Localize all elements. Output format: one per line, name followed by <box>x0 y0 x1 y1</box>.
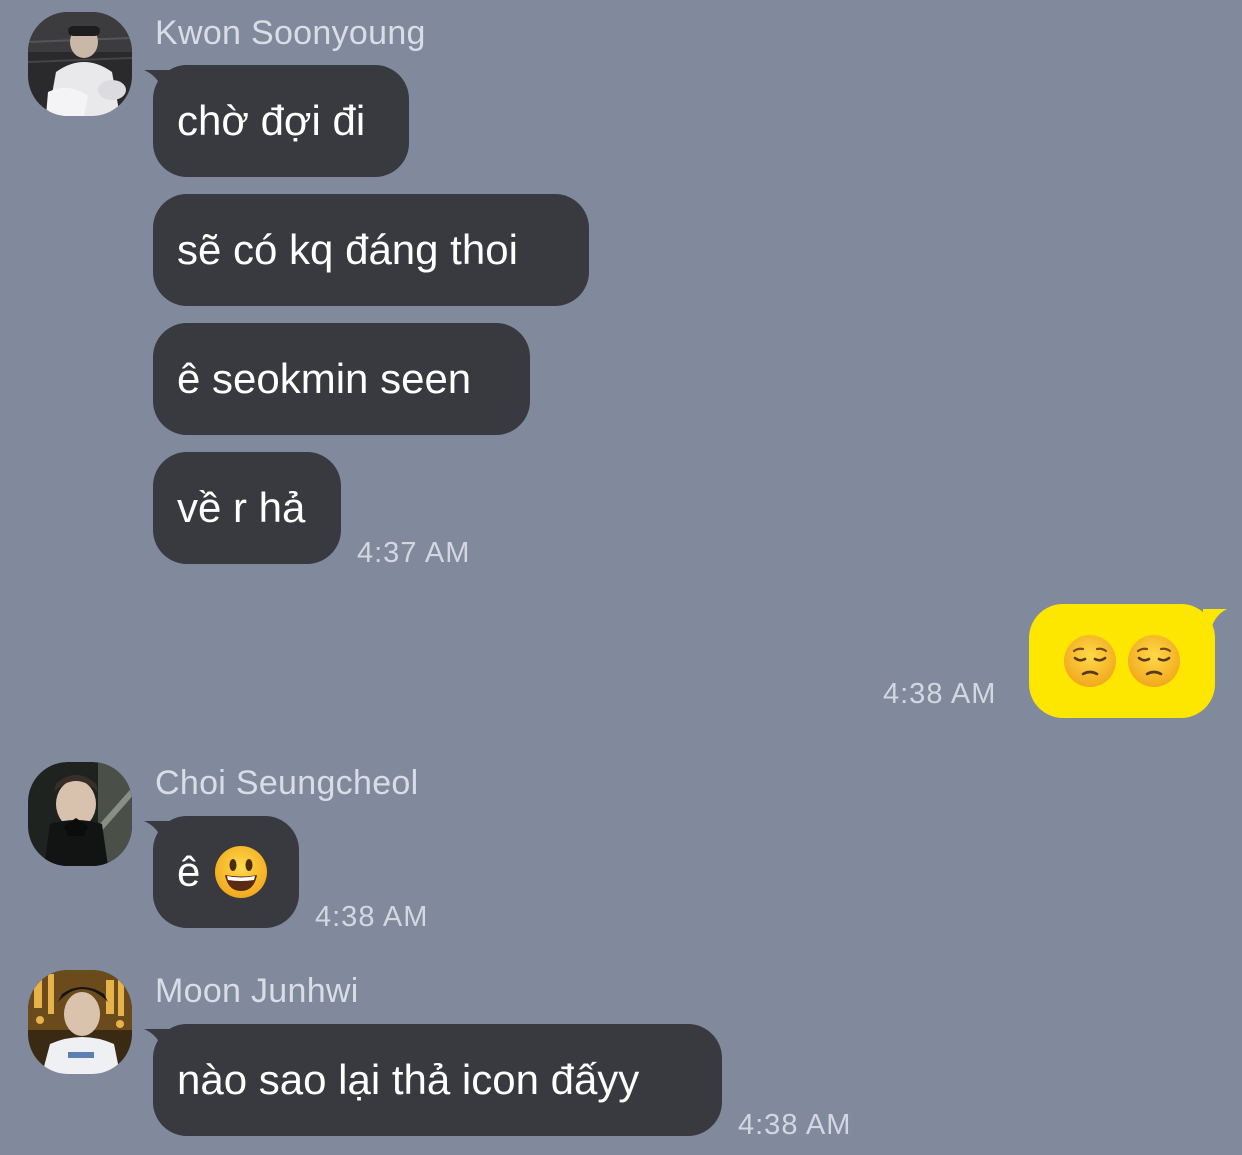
message-bubble[interactable]: ê <box>153 816 299 928</box>
pensive-face-emoji <box>1064 635 1116 687</box>
sender-name: Kwon Soonyoung <box>155 14 426 52</box>
avatar-photo-icon <box>28 970 132 1074</box>
avatar-photo-icon <box>28 762 132 866</box>
message-timestamp: 4:38 AM <box>738 1109 852 1141</box>
message-timestamp: 4:38 AM <box>883 678 997 710</box>
chat-thread[interactable]: Kwon Soonyoung chờ đợi đi sẽ có kq đáng … <box>0 0 1242 1155</box>
pensive-face-emoji <box>1128 635 1180 687</box>
message-bubble[interactable]: sẽ có kq đáng thoi <box>153 194 589 306</box>
message-bubble[interactable]: nào sao lại thả icon đấyy <box>153 1024 722 1136</box>
avatar-choi-seungcheol[interactable] <box>28 762 132 866</box>
avatar-kwon-soonyoung[interactable] <box>28 12 132 116</box>
message-bubble[interactable]: chờ đợi đi <box>153 65 409 177</box>
my-message-bubble[interactable] <box>1029 604 1215 718</box>
smiley-face-emoji <box>215 846 268 898</box>
sender-name: Choi Seungcheol <box>155 764 419 802</box>
avatar-moon-junhwi[interactable] <box>28 970 132 1074</box>
message-bubble[interactable]: về r hả <box>153 452 341 564</box>
avatar-photo-icon <box>28 12 132 116</box>
message-text: ê <box>177 848 201 895</box>
message-timestamp: 4:38 AM <box>315 901 429 933</box>
bubble-tail <box>1203 609 1227 629</box>
sender-name: Moon Junhwi <box>155 972 359 1010</box>
message-bubble[interactable]: ê seokmin seen <box>153 323 530 435</box>
message-timestamp: 4:37 AM <box>357 537 471 569</box>
